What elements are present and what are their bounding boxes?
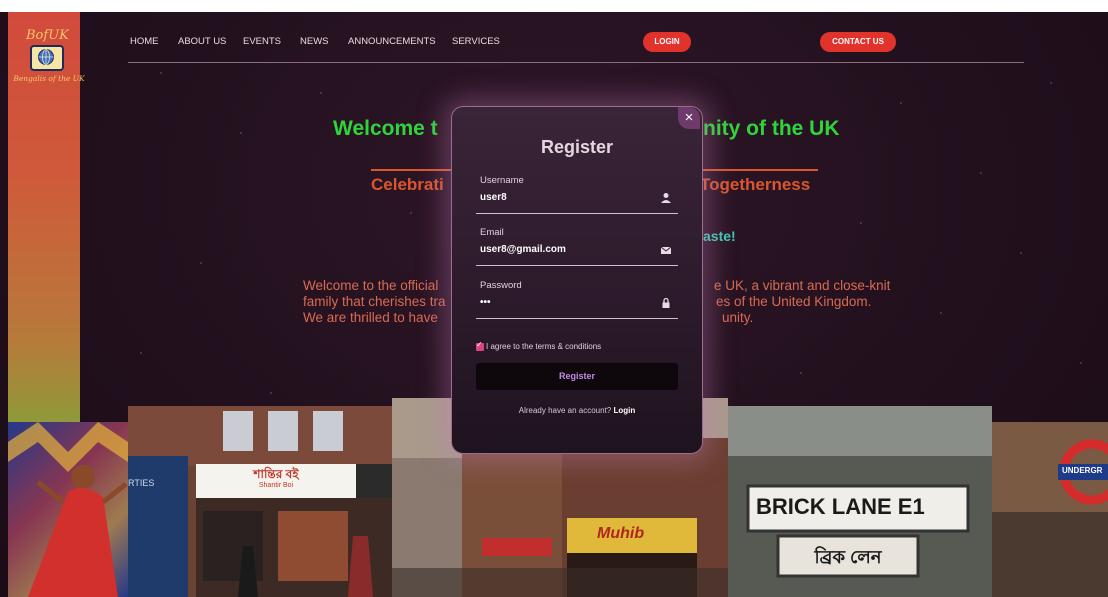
register-modal: × Register Username user8 Email user8@gm… — [451, 106, 703, 454]
login-link[interactable]: Login — [613, 406, 635, 415]
username-input[interactable]: user8 — [480, 192, 650, 203]
terms-row: I agree to the terms & conditions — [476, 340, 602, 351]
envelope-icon — [660, 246, 672, 254]
password-label: Password — [480, 280, 522, 291]
terms-label: I agree to the terms & conditions — [486, 342, 602, 351]
register-button[interactable]: Register — [476, 363, 678, 390]
lock-icon — [662, 297, 670, 308]
close-icon[interactable]: × — [678, 107, 700, 129]
login-prompt: Already have an account? Login — [452, 406, 702, 415]
email-field[interactable]: Email user8@gmail.com — [476, 227, 678, 266]
modal-overlay: × Register Username user8 Email user8@gm… — [0, 0, 1108, 597]
have-account-text: Already have an account? — [518, 406, 612, 415]
user-icon — [661, 193, 671, 203]
register-title: Register — [540, 137, 614, 157]
username-label: Username — [480, 175, 524, 186]
email-input[interactable]: user8@gmail.com — [480, 244, 650, 255]
terms-checkbox[interactable] — [476, 340, 484, 351]
email-label: Email — [480, 227, 504, 238]
password-input[interactable]: ••• — [480, 297, 650, 308]
password-field[interactable]: Password ••• — [476, 280, 678, 319]
username-field[interactable]: Username user8 — [476, 175, 678, 214]
